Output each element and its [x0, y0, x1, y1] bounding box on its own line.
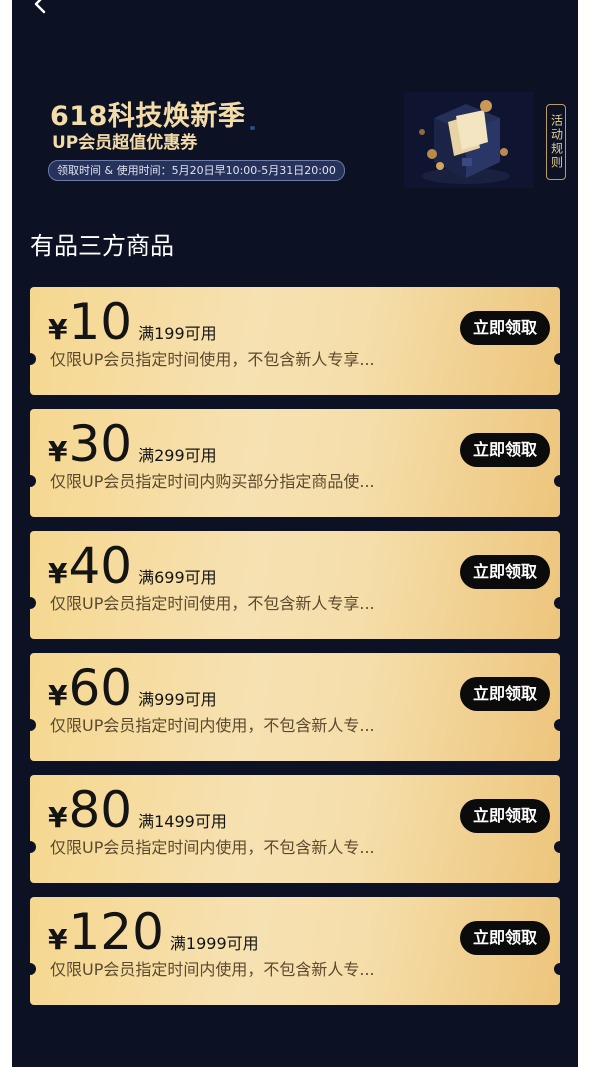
- coupon-amount: ¥ 30 满299可用: [48, 416, 217, 472]
- coupon-value: 10: [68, 293, 133, 351]
- coupon-description: 仅限UP会员指定时间内使用，不包含新人专...: [50, 838, 375, 857]
- currency-symbol: ¥: [48, 679, 68, 712]
- coupon-amount: ¥ 80 满1499可用: [48, 782, 227, 838]
- promo-banner: 618科技焕新季 UP会员超值优惠券 领取时间 & 使用时间：5月20日早10:…: [12, 82, 578, 192]
- coupon-value: 40: [68, 537, 133, 595]
- coupon-notch: [554, 841, 560, 853]
- coupon-value: 80: [68, 781, 133, 839]
- coupon-card: ¥ 40 满699可用 仅限UP会员指定时间使用，不包含新人专享... 立即领取: [30, 531, 560, 639]
- currency-symbol: ¥: [48, 435, 68, 468]
- coupon-condition: 满999可用: [138, 690, 217, 709]
- claim-button[interactable]: 立即领取: [460, 311, 550, 345]
- coupon-condition: 满199可用: [138, 324, 217, 343]
- app-screen: 618科技焕新季 UP会员超值优惠券 领取时间 & 使用时间：5月20日早10:…: [12, 0, 578, 1067]
- claim-button[interactable]: 立即领取: [460, 677, 550, 711]
- coupon-notch: [30, 475, 36, 487]
- coupon-notch: [554, 719, 560, 731]
- coupon-value: 60: [68, 659, 133, 717]
- coupon-notch: [554, 353, 560, 365]
- coupon-amount: ¥ 60 满999可用: [48, 660, 217, 716]
- coupon-description: 仅限UP会员指定时间内购买部分指定商品使...: [50, 472, 375, 491]
- rules-button[interactable]: 活动规则: [546, 104, 566, 180]
- coupon-value: 120: [68, 903, 164, 961]
- coupon-description: 仅限UP会员指定时间内使用，不包含新人专...: [50, 716, 375, 735]
- coupon-description: 仅限UP会员指定时间使用，不包含新人专享...: [50, 594, 375, 613]
- coupon-condition: 满299可用: [138, 446, 217, 465]
- gift-box-icon: [404, 92, 534, 188]
- currency-symbol: ¥: [48, 923, 68, 956]
- claim-button[interactable]: 立即领取: [460, 433, 550, 467]
- coupon-value: 30: [68, 415, 133, 473]
- coupon-card: ¥ 60 满999可用 仅限UP会员指定时间内使用，不包含新人专... 立即领取: [30, 653, 560, 761]
- coupon-card: ¥ 80 满1499可用 仅限UP会员指定时间内使用，不包含新人专... 立即领…: [30, 775, 560, 883]
- currency-symbol: ¥: [48, 801, 68, 834]
- claim-button[interactable]: 立即领取: [460, 921, 550, 955]
- currency-symbol: ¥: [48, 557, 68, 590]
- coupon-card: ¥ 30 满299可用 仅限UP会员指定时间内购买部分指定商品使... 立即领取: [30, 409, 560, 517]
- coupon-notch: [554, 963, 560, 975]
- section-title: 有品三方商品: [30, 232, 174, 260]
- coupon-condition: 满699可用: [138, 568, 217, 587]
- coupon-amount: ¥ 120 满1999可用: [48, 904, 259, 960]
- coupon-notch: [30, 597, 36, 609]
- coupon-description: 仅限UP会员指定时间使用，不包含新人专享...: [50, 350, 375, 369]
- coupon-description: 仅限UP会员指定时间内使用，不包含新人专...: [50, 960, 375, 979]
- coupon-notch: [30, 963, 36, 975]
- coupon-amount: ¥ 40 满699可用: [48, 538, 217, 594]
- coupon-notch: [554, 597, 560, 609]
- coupon-notch: [30, 841, 36, 853]
- coupon-notch: [30, 353, 36, 365]
- coupon-condition: 满1499可用: [138, 812, 227, 831]
- coupon-notch: [30, 719, 36, 731]
- coupon-amount: ¥ 10 满199可用: [48, 294, 217, 350]
- banner-subtitle: UP会员超值优惠券: [52, 133, 198, 153]
- coupon-condition: 满1999可用: [169, 934, 259, 953]
- coupon-card: ¥ 10 满199可用 仅限UP会员指定时间使用，不包含新人专享... 立即领取: [30, 287, 560, 395]
- coupon-notch: [554, 475, 560, 487]
- claim-button[interactable]: 立即领取: [460, 555, 550, 589]
- claim-button[interactable]: 立即领取: [460, 799, 550, 833]
- banner-time-range: 领取时间 & 使用时间：5月20日早10:00-5月31日20:00: [48, 160, 345, 181]
- back-button[interactable]: [30, 0, 60, 18]
- chevron-left-icon: [34, 0, 46, 14]
- banner-decoration-dot: [250, 126, 255, 130]
- currency-symbol: ¥: [48, 313, 68, 346]
- coupon-card: ¥ 120 满1999可用 仅限UP会员指定时间内使用，不包含新人专... 立即…: [30, 897, 560, 1005]
